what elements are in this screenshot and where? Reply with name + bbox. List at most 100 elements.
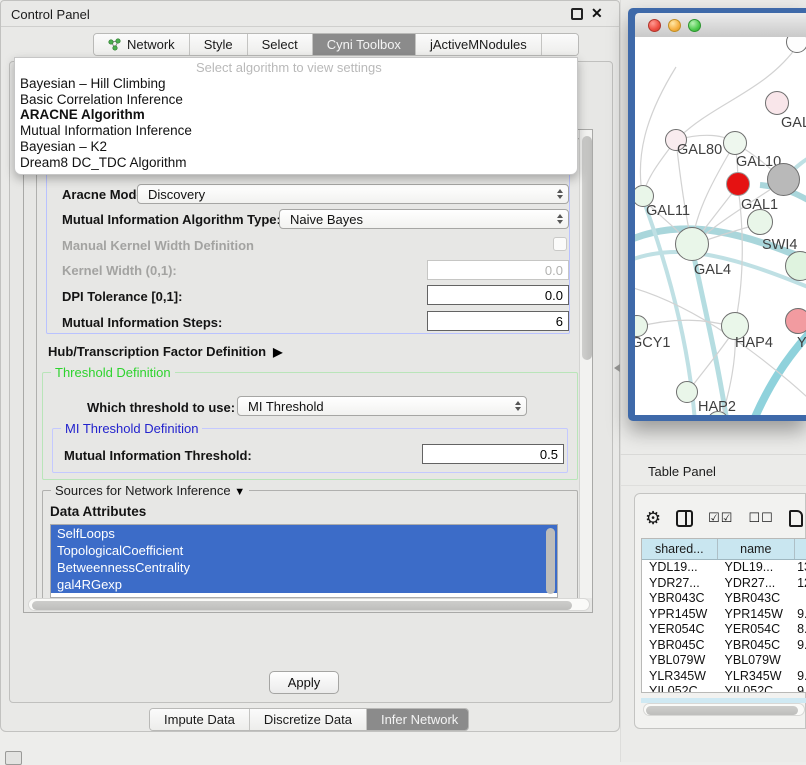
table-row[interactable]: YBR043C YBR043C — [642, 591, 806, 607]
mi-threshold-field[interactable] — [422, 444, 564, 464]
settings-vscroll-thumb[interactable] — [582, 136, 592, 360]
tab-discretize-data[interactable]: Discretize Data — [250, 709, 367, 730]
network-window-titlebar[interactable] — [635, 13, 806, 37]
table-row[interactable]: YDR27... YDR27... 12 — [642, 576, 806, 592]
cyni-settings-panel: Cyni Algorithm Settings Algorithm Defini… — [23, 129, 593, 613]
spinner-arrows-icon — [554, 189, 568, 199]
float-window-icon[interactable] — [571, 8, 583, 20]
docked-panel-icon[interactable] — [5, 751, 22, 765]
algorithm-dropdown-popup: Select algorithm to view settings Bayesi… — [14, 57, 578, 175]
document-icon[interactable] — [789, 510, 803, 527]
table-row[interactable]: YDL19... YDL19... 13 — [642, 560, 806, 576]
tab-style[interactable]: Style — [190, 34, 248, 55]
mi-steps-field[interactable] — [427, 311, 569, 331]
zoom-traffic-light[interactable] — [688, 19, 701, 32]
which-threshold-label: Which threshold to use: — [87, 400, 235, 415]
divider — [620, 454, 806, 455]
close-traffic-light[interactable] — [648, 19, 661, 32]
tab-select-label: Select — [262, 37, 298, 52]
checked-boxes-icon[interactable]: ☑☑ — [708, 510, 733, 526]
table-header-row: shared... name — [642, 539, 806, 560]
settings-hscroll-track[interactable] — [28, 598, 590, 611]
list-item[interactable]: gal4RGexp — [51, 576, 557, 593]
cell: 9. — [795, 638, 806, 654]
tab-network[interactable]: Network — [94, 34, 190, 55]
table-row[interactable]: YBR045C YBR045C 9. — [642, 638, 806, 654]
tab-select[interactable]: Select — [248, 34, 313, 55]
split-columns-icon[interactable] — [676, 510, 693, 527]
data-attributes-list[interactable]: SelfLoops TopologicalCoefficient Between… — [50, 524, 558, 598]
table-row[interactable]: YLR345W YLR345W 9. — [642, 669, 806, 685]
cell: 12 — [795, 576, 806, 592]
threshold-definition-legend: Threshold Definition — [51, 365, 175, 380]
mi-type-value: Naive Bayes — [280, 212, 554, 227]
network-node-hap2[interactable] — [676, 381, 698, 403]
table-row[interactable]: YIL052C YIL052C 9 — [642, 684, 806, 692]
unchecked-boxes-icon[interactable]: ☐☐ — [748, 510, 773, 526]
node-label: GAL4 — [694, 262, 731, 278]
mi-threshold-label: Mutual Information Threshold: — [64, 448, 252, 463]
list-item[interactable]: TopologicalCoefficient — [51, 542, 557, 559]
network-node-gal10[interactable] — [723, 131, 747, 155]
algorithm-placeholder: Select algorithm to view settings — [15, 58, 577, 76]
network-canvas[interactable]: GAL GAL80 GAL10 GAL1 GAL11 SWI4 GAL4 Y G… — [635, 37, 806, 415]
close-icon[interactable]: ✕ — [591, 5, 603, 22]
list-item[interactable]: BetweennessCentrality — [51, 559, 557, 576]
network-node-gal4[interactable] — [675, 227, 709, 261]
node-label: GAL80 — [677, 142, 722, 158]
aracne-mode-combobox[interactable]: Discovery — [137, 184, 569, 204]
algorithm-option[interactable]: Bayesian – Hill Climbing — [15, 76, 577, 92]
sources-legend-wrap[interactable]: Sources for Network Inference ▼ — [51, 483, 249, 498]
table-hscroll-thumb[interactable] — [646, 706, 798, 715]
tab-infer-network[interactable]: Infer Network — [367, 709, 469, 730]
settings-vscroll-track[interactable] — [579, 130, 592, 598]
table-hscroll-track[interactable] — [643, 703, 805, 716]
network-node-gray[interactable] — [767, 163, 800, 196]
gear-icon[interactable]: ⚙ — [645, 509, 661, 527]
dpi-tolerance-label: DPI Tolerance [0,1]: — [62, 289, 182, 304]
settings-hscroll-thumb[interactable] — [32, 601, 572, 610]
algorithm-option[interactable]: Basic Correlation Inference — [15, 92, 577, 108]
network-node[interactable] — [785, 308, 806, 334]
control-panel-title: Control Panel — [11, 7, 90, 22]
panel-splitter-arrow[interactable] — [614, 364, 620, 372]
column-header-partial[interactable] — [795, 539, 806, 559]
cell — [795, 653, 806, 669]
which-threshold-combobox[interactable]: MI Threshold — [237, 396, 527, 416]
cell: 9. — [795, 669, 806, 685]
list-item[interactable]: SelfLoops — [51, 525, 557, 542]
network-node[interactable] — [765, 91, 789, 115]
mi-threshold-definition-legend: MI Threshold Definition — [61, 421, 202, 436]
hub-definition-toggle[interactable]: Hub/Transcription Factor Definition ▶ — [48, 344, 282, 359]
network-node-swi4[interactable] — [747, 209, 773, 235]
tab-cyni-toolbox-label: Cyni Toolbox — [327, 37, 401, 52]
algorithm-option[interactable]: Dream8 DC_TDC Algorithm — [15, 155, 577, 171]
column-header-name[interactable]: name — [718, 539, 796, 559]
list-scrollbar[interactable] — [546, 528, 555, 594]
column-header-shared[interactable]: shared... — [642, 539, 718, 559]
table-row[interactable]: YPR145W YPR145W 9. — [642, 607, 806, 623]
tab-cyni-toolbox[interactable]: Cyni Toolbox — [313, 34, 416, 55]
algorithm-option[interactable]: Bayesian – K2 — [15, 139, 577, 155]
screen: Control Panel ✕ Network Style — [0, 0, 806, 762]
node-label: SWI4 — [762, 237, 797, 253]
table-row[interactable]: YER054C YER054C 8. — [642, 622, 806, 638]
minimize-traffic-light[interactable] — [668, 19, 681, 32]
algorithm-option-selected[interactable]: ARACNE Algorithm — [15, 107, 577, 123]
cell: YPR145W — [642, 607, 718, 623]
tab-style-label: Style — [204, 37, 233, 52]
expanded-arrow-icon: ▼ — [234, 486, 245, 498]
tab-jactivemnodules[interactable]: jActiveMNodules — [416, 34, 542, 55]
mi-type-combobox[interactable]: Naive Bayes — [279, 209, 569, 229]
table-panel-window: ⚙ ☑☑ ☐☐ shared... name YDL19... YDL19...… — [634, 493, 806, 729]
divider — [620, 485, 806, 486]
network-node-gal1[interactable] — [726, 172, 750, 196]
tab-impute-data[interactable]: Impute Data — [150, 709, 250, 730]
cell: YDR27... — [718, 576, 796, 592]
control-panel-titlebar[interactable]: Control Panel ✕ — [1, 1, 619, 27]
table-row[interactable]: YBL079W YBL079W — [642, 653, 806, 669]
tab-infer-network-label: Infer Network — [381, 712, 458, 727]
algorithm-option[interactable]: Mutual Information Inference — [15, 123, 577, 139]
dpi-tolerance-field[interactable] — [427, 285, 569, 305]
apply-button[interactable]: Apply — [269, 671, 339, 694]
